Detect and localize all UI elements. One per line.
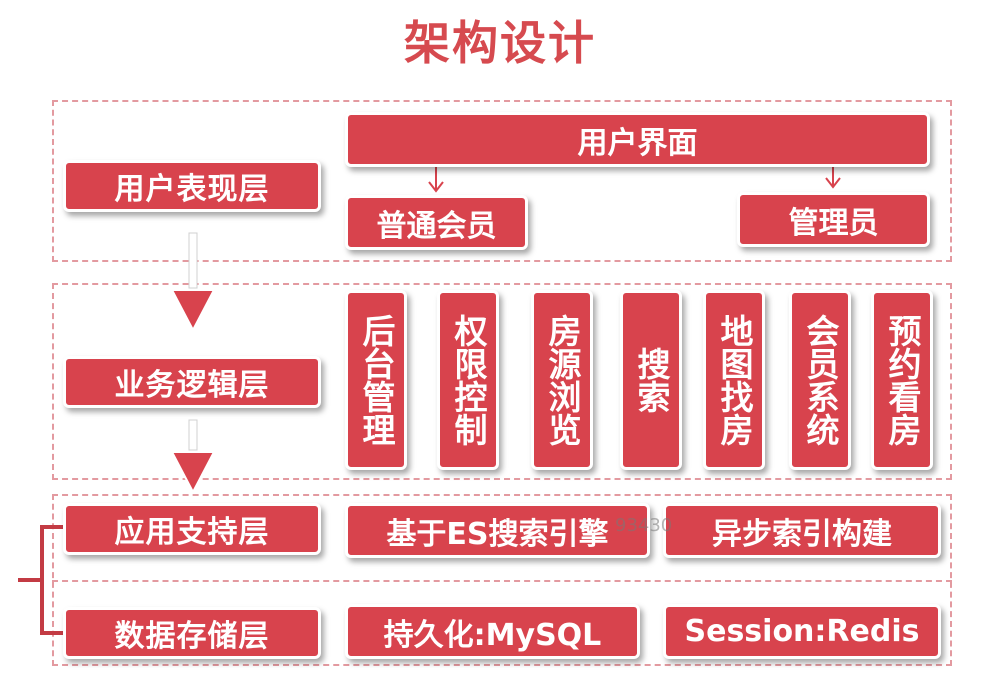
module-backend-admin: 后台管理 bbox=[345, 290, 407, 470]
layer-label-presentation: 用户表现层 bbox=[63, 160, 321, 212]
region-divider bbox=[52, 580, 952, 582]
layer-label-business: 业务逻辑层 bbox=[63, 356, 321, 408]
diagram-title: 架构设计 bbox=[404, 16, 596, 70]
module-viewing-appointment: 预约看房 bbox=[871, 290, 933, 470]
mysql-box: 持久化:MySQL bbox=[345, 604, 640, 659]
watermark: 93430 bbox=[615, 515, 673, 536]
module-member-system: 会员系统 bbox=[789, 290, 851, 470]
module-permission-control: 权限控制 bbox=[437, 290, 499, 470]
admin-box: 管理员 bbox=[737, 192, 930, 247]
es-search-engine-box: 基于ES搜索引擎 bbox=[345, 503, 650, 558]
module-map-search: 地图找房 bbox=[703, 290, 765, 470]
async-index-box: 异步索引构建 bbox=[663, 503, 941, 558]
member-box: 普通会员 bbox=[345, 195, 528, 250]
module-listing-browse: 房源浏览 bbox=[531, 290, 593, 470]
layer-label-data: 数据存储层 bbox=[63, 607, 321, 659]
user-interface-box: 用户界面 bbox=[345, 112, 930, 167]
module-search: 搜索 bbox=[620, 290, 682, 470]
redis-box: Session:Redis bbox=[663, 604, 941, 659]
layer-label-application: 应用支持层 bbox=[63, 503, 321, 555]
